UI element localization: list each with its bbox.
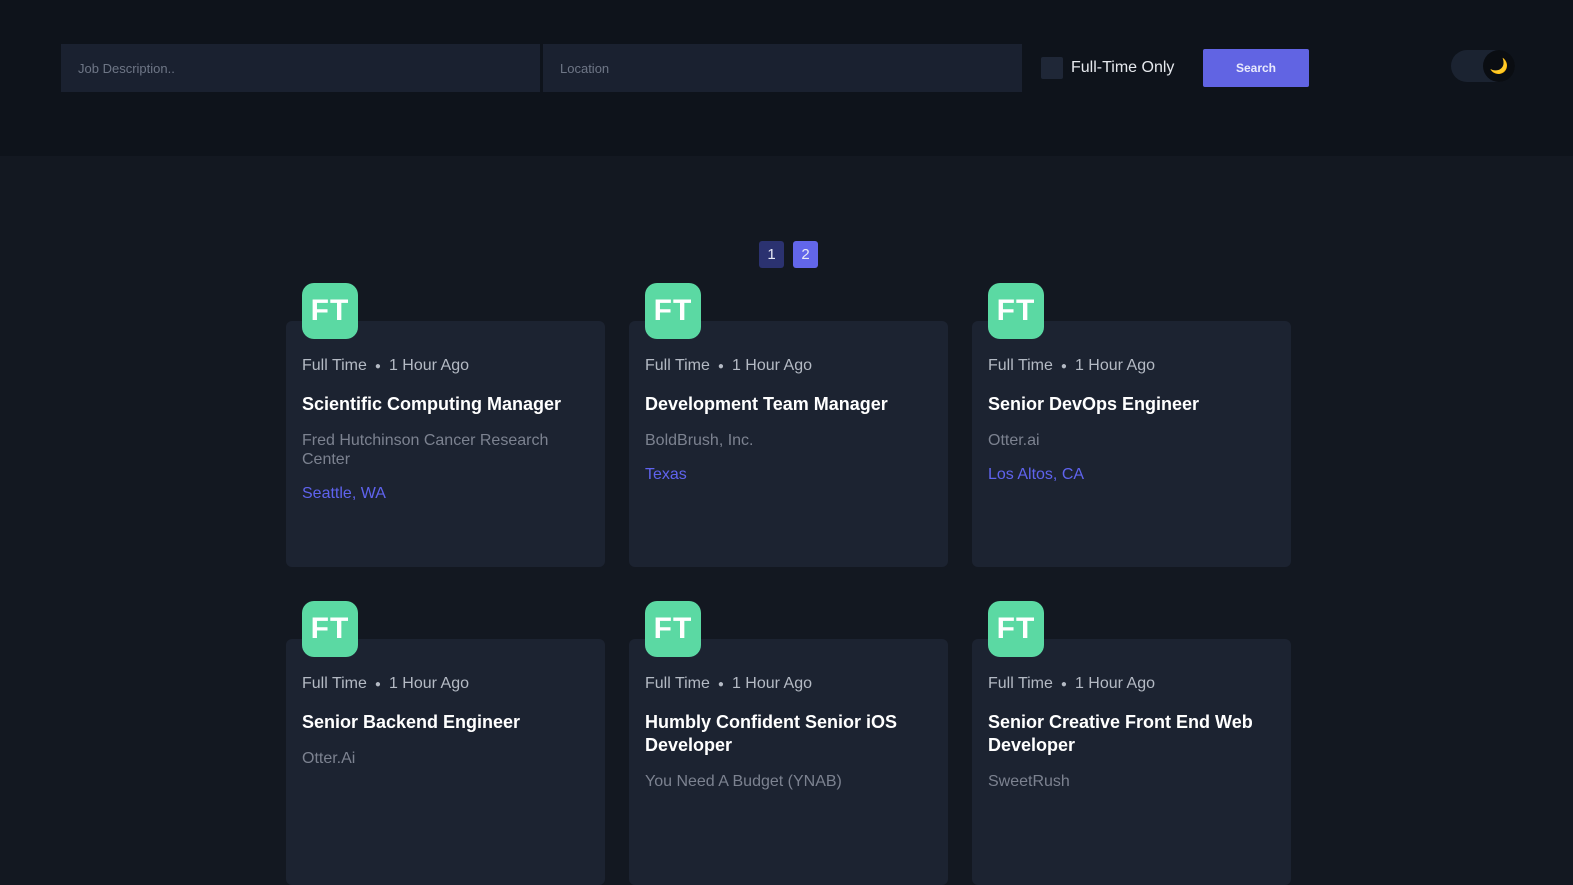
job-title[interactable]: Scientific Computing Manager — [302, 393, 592, 416]
job-type: Full Time — [302, 675, 367, 692]
job-title[interactable]: Senior Creative Front End Web Developer — [988, 711, 1278, 757]
job-card[interactable]: FT Full Time ● 1 Hour Ago Senior Creativ… — [972, 601, 1291, 885]
separator-dot-icon: ● — [1060, 360, 1067, 372]
separator-dot-icon: ● — [1060, 678, 1067, 690]
company-logo: FT — [988, 601, 1044, 657]
separator-dot-icon: ● — [717, 360, 724, 372]
job-card[interactable]: FT Full Time ● 1 Hour Ago Development Te… — [629, 283, 948, 567]
separator-dot-icon: ● — [374, 360, 381, 372]
job-meta: Full Time ● 1 Hour Ago — [988, 357, 1155, 375]
job-type: Full Time — [302, 357, 367, 374]
job-location: Texas — [645, 466, 687, 483]
separator-dot-icon: ● — [717, 678, 724, 690]
job-meta: Full Time ● 1 Hour Ago — [988, 675, 1155, 693]
job-title[interactable]: Senior DevOps Engineer — [988, 393, 1278, 416]
job-posted: 1 Hour Ago — [731, 675, 813, 692]
job-card[interactable]: FT Full Time ● 1 Hour Ago Senior Backend… — [286, 601, 605, 885]
header: Full-Time Only Search 🌙 — [0, 0, 1573, 156]
pagination: 1 2 — [759, 241, 818, 268]
company-logo: FT — [988, 283, 1044, 339]
fulltime-filter[interactable]: Full-Time Only — [1041, 56, 1174, 80]
job-meta: Full Time ● 1 Hour Ago — [302, 675, 469, 693]
job-location: Seattle, WA — [302, 485, 386, 502]
job-title[interactable]: Senior Backend Engineer — [302, 711, 592, 734]
job-company: Fred Hutchinson Cancer Research Center — [302, 432, 549, 468]
fulltime-label: Full-Time Only — [1071, 59, 1175, 76]
job-card[interactable]: FT Full Time ● 1 Hour Ago Humbly Confide… — [629, 601, 948, 885]
job-company: BoldBrush, Inc. — [645, 432, 754, 449]
job-meta: Full Time ● 1 Hour Ago — [302, 357, 469, 375]
theme-toggle[interactable]: 🌙 — [1451, 50, 1515, 82]
job-description-input[interactable] — [61, 44, 540, 92]
job-meta: Full Time ● 1 Hour Ago — [645, 675, 812, 693]
page-button-1[interactable]: 1 — [759, 241, 784, 268]
company-logo: FT — [302, 283, 358, 339]
separator-dot-icon: ● — [374, 678, 381, 690]
job-location: Los Altos, CA — [988, 466, 1085, 483]
job-title[interactable]: Development Team Manager — [645, 393, 935, 416]
search-bar — [61, 44, 1022, 92]
page-button-2[interactable]: 2 — [793, 241, 818, 268]
company-logo: FT — [645, 601, 701, 657]
job-posted: 1 Hour Ago — [388, 675, 470, 692]
job-type: Full Time — [645, 675, 710, 692]
job-posted: 1 Hour Ago — [1074, 675, 1156, 692]
search-button[interactable]: Search — [1203, 49, 1309, 87]
company-logo: FT — [645, 283, 701, 339]
job-company: Otter.Ai — [302, 750, 356, 767]
job-card[interactable]: FT Full Time ● 1 Hour Ago Senior DevOps … — [972, 283, 1291, 567]
job-meta: Full Time ● 1 Hour Ago — [645, 357, 812, 375]
job-type: Full Time — [988, 675, 1053, 692]
fulltime-checkbox[interactable] — [1041, 57, 1063, 79]
job-posted: 1 Hour Ago — [1074, 357, 1156, 374]
location-input[interactable] — [543, 44, 1022, 92]
job-posted: 1 Hour Ago — [388, 357, 470, 374]
job-posted: 1 Hour Ago — [731, 357, 813, 374]
job-title[interactable]: Humbly Confident Senior iOS Developer — [645, 711, 935, 757]
job-type: Full Time — [645, 357, 710, 374]
moon-icon: 🌙 — [1483, 50, 1515, 82]
job-type: Full Time — [988, 357, 1053, 374]
company-logo: FT — [302, 601, 358, 657]
job-card[interactable]: FT Full Time ● 1 Hour Ago Scientific Com… — [286, 283, 605, 567]
job-company: Otter.ai — [988, 432, 1040, 449]
